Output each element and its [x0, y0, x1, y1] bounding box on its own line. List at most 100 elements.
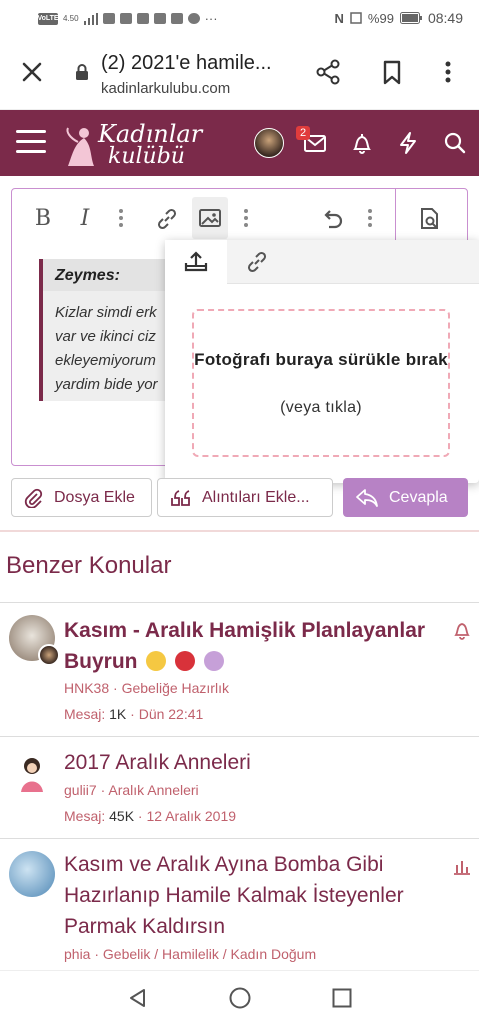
- nfc-icon: N: [334, 10, 344, 26]
- insert-quotes-label: Alıntıları Ekle...: [202, 488, 310, 506]
- twitter-icon: [136, 13, 149, 24]
- reply-icon: [356, 488, 378, 507]
- preview-icon[interactable]: [417, 206, 443, 232]
- url-text[interactable]: kadinlarkulubu.com: [101, 80, 230, 97]
- topic-forum[interactable]: Aralık Anneleri: [108, 782, 198, 798]
- topic-author[interactable]: gulii7: [64, 782, 97, 798]
- reply-button[interactable]: Cevapla: [343, 478, 468, 517]
- last-poster-avatar[interactable]: [38, 644, 60, 666]
- back-icon[interactable]: [126, 986, 150, 1010]
- messages-count: 1K: [109, 706, 127, 722]
- lock-icon: [76, 64, 88, 80]
- quote-icon: [171, 489, 190, 506]
- logo-text-line2: kulübü: [108, 144, 185, 169]
- messages-label: Mesaj:: [64, 808, 106, 824]
- clock: 08:49: [427, 10, 463, 26]
- topic-stats: Mesaj: 1K · Dün 22:41: [64, 706, 204, 722]
- reply-label: Cevapla: [389, 488, 448, 506]
- quote-author: Zeymes:: [55, 267, 120, 284]
- topic-title[interactable]: 2017 Aralık Anneleri: [64, 747, 444, 778]
- topic-item[interactable]: Kasım ve Aralık Ayına Bomba Gibi Hazırla…: [0, 839, 479, 970]
- quote-line: yardim bide yor: [55, 376, 158, 393]
- share-icon[interactable]: [314, 58, 342, 86]
- menu-icon[interactable]: [16, 130, 46, 156]
- similar-topics-title: Benzer Konular: [6, 552, 172, 579]
- image-insert-popup: Fotoğrafı buraya sürükle bırak (veya tık…: [165, 240, 479, 483]
- topic-author[interactable]: HNK38: [64, 680, 109, 696]
- image-notification-icon: [170, 13, 183, 24]
- system-nav-bar: [0, 970, 479, 1024]
- dropzone-click-text: (veya tıkla): [280, 399, 362, 416]
- topic-date: 12 Aralık 2019: [146, 808, 237, 824]
- messages-count: 45K: [109, 808, 135, 824]
- search-icon[interactable]: [442, 130, 468, 156]
- topic-date: Dün 22:41: [138, 706, 204, 722]
- quote-line: Kizlar simdi erk: [55, 304, 157, 321]
- more-options-icon[interactable]: [436, 58, 460, 86]
- watch-bell-icon[interactable]: [452, 620, 472, 640]
- paperclip-icon: [24, 488, 43, 508]
- user-avatar[interactable]: [254, 128, 284, 158]
- insert-quotes-button[interactable]: Alıntıları Ekle...: [157, 478, 333, 517]
- topic-stats: Mesaj: 45K · 12 Aralık 2019: [64, 808, 237, 824]
- bookmark-icon[interactable]: [378, 58, 406, 86]
- quote-line: ekleyemiyorum: [55, 352, 156, 369]
- image-icon[interactable]: [198, 206, 222, 230]
- topic-title[interactable]: Kasım - Aralık Hamişlik Planlayanlar Buy…: [64, 615, 444, 677]
- hugging-face-emoji: [146, 651, 167, 671]
- logo-figure-icon: [66, 127, 94, 166]
- link-icon[interactable]: [154, 206, 180, 232]
- bell-icon[interactable]: [349, 130, 375, 156]
- facebook-icon: [187, 13, 200, 24]
- italic-button[interactable]: I: [74, 205, 96, 233]
- toolbar-separator: [395, 189, 396, 246]
- topic-avatar[interactable]: [9, 750, 55, 796]
- battery-icon: [399, 12, 422, 24]
- topic-meta: phia · Gebelik / Hamilelik / Kadın Doğum: [64, 946, 317, 962]
- tab-title: (2) 2021'e hamile...: [101, 52, 272, 74]
- messages-label: Mesaj:: [64, 706, 106, 722]
- mail-icon: [102, 13, 115, 24]
- gmail-icon: [119, 13, 132, 24]
- recents-icon[interactable]: [330, 986, 354, 1010]
- status-bar: VoLTE 4.50 ··· N %99 08:49: [0, 0, 479, 36]
- attach-file-label: Dosya Ekle: [54, 488, 135, 506]
- rose-emoji: [175, 651, 196, 671]
- lightning-icon[interactable]: [395, 130, 421, 156]
- topic-title[interactable]: Kasım ve Aralık Ayına Bomba Gibi Hazırla…: [64, 849, 434, 942]
- editor-toolbar: B I: [12, 189, 467, 247]
- more-insert-icon[interactable]: [243, 209, 249, 229]
- bold-button[interactable]: B: [32, 205, 54, 233]
- message-icon: [153, 13, 166, 24]
- quote-line: var ve ikinci ciz: [55, 328, 156, 345]
- browser-toolbar: (2) 2021'e hamile... kadinlarkulubu.com: [0, 36, 479, 110]
- topic-item[interactable]: Kasım - Aralık Hamişlik Planlayanlar Buy…: [0, 603, 479, 737]
- topic-forum[interactable]: Gebeliğe Hazırlık: [122, 680, 229, 696]
- battery-percent: %99: [367, 10, 394, 26]
- signal-icon: [83, 12, 98, 25]
- more-format-icon[interactable]: [118, 209, 124, 229]
- undo-icon[interactable]: [319, 206, 345, 232]
- dropzone-text: Fotoğrafı buraya sürükle bırak: [194, 350, 448, 369]
- popup-tabs: [165, 240, 479, 284]
- more-actions-icon[interactable]: [367, 209, 373, 229]
- topic-forum[interactable]: Gebelik / Hamilelik / Kadın Doğum: [103, 946, 316, 962]
- network-speed: 4.50: [63, 14, 79, 23]
- poll-icon: [454, 861, 470, 875]
- pregnant-woman-emoji: [204, 651, 225, 671]
- topic-author[interactable]: phia: [64, 946, 90, 962]
- attach-file-button[interactable]: Dosya Ekle: [11, 478, 152, 517]
- mute-icon: [350, 12, 362, 24]
- home-icon[interactable]: [228, 986, 252, 1010]
- image-dropzone[interactable]: Fotoğrafı buraya sürükle bırak (veya tık…: [192, 309, 450, 457]
- topic-item[interactable]: 2017 Aralık Anneleri gulii7 · Aralık Ann…: [0, 737, 479, 839]
- topic-avatar[interactable]: [9, 851, 55, 897]
- section-divider: [0, 530, 479, 532]
- inbox-badge: 2: [296, 126, 311, 140]
- upload-icon: [184, 251, 208, 272]
- topic-meta: gulii7 · Aralık Anneleri: [64, 782, 199, 798]
- site-logo[interactable]: Kadınlar kulübü: [64, 118, 204, 170]
- tab-upload[interactable]: [165, 240, 227, 284]
- tab-link-icon[interactable]: [244, 249, 270, 275]
- close-icon[interactable]: [18, 58, 46, 86]
